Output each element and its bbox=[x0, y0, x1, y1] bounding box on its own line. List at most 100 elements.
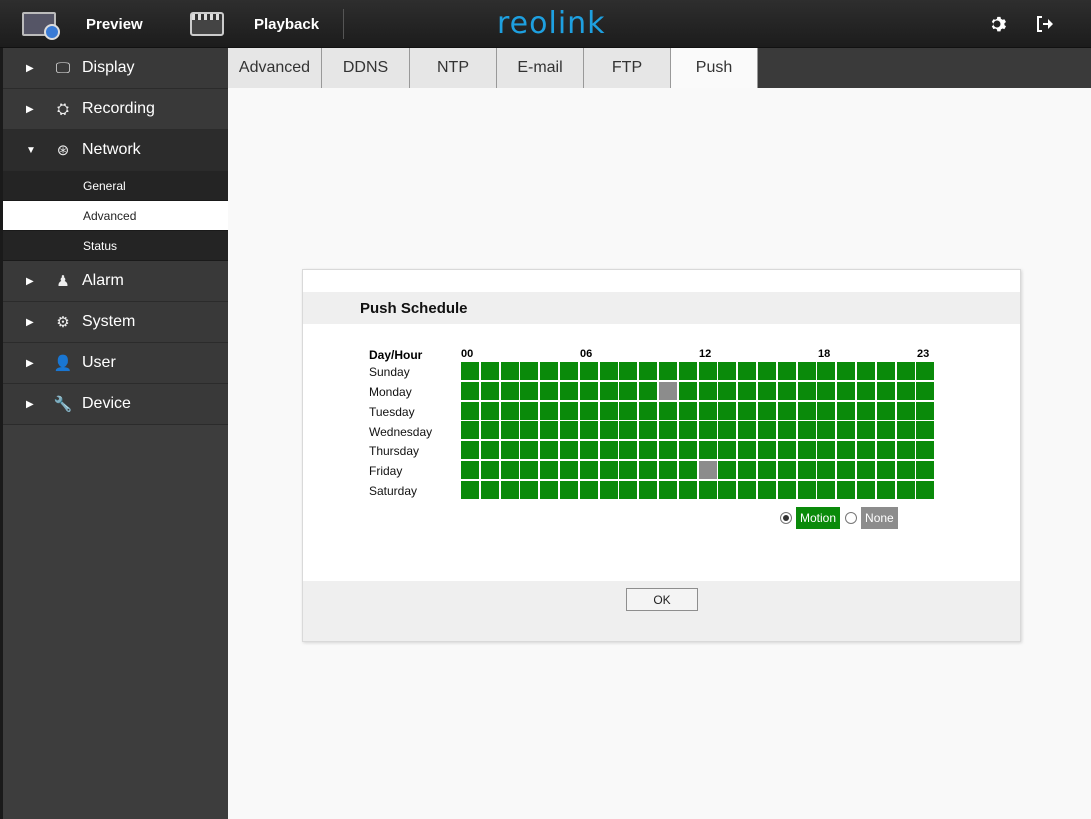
schedule-cell[interactable] bbox=[619, 401, 638, 420]
schedule-cell[interactable] bbox=[520, 421, 539, 440]
schedule-cell[interactable] bbox=[857, 421, 875, 440]
schedule-cell[interactable] bbox=[619, 441, 638, 460]
schedule-cell[interactable] bbox=[837, 480, 856, 499]
motion-radio[interactable] bbox=[780, 512, 792, 524]
schedule-cell[interactable] bbox=[857, 480, 875, 499]
schedule-cell[interactable] bbox=[817, 381, 836, 400]
schedule-cell[interactable] bbox=[461, 421, 479, 440]
schedule-cell[interactable] bbox=[599, 480, 618, 499]
sidebar-subitem-advanced[interactable]: Advanced bbox=[3, 201, 228, 231]
schedule-cell[interactable] bbox=[876, 381, 895, 400]
schedule-cell[interactable] bbox=[540, 480, 559, 499]
schedule-cell[interactable] bbox=[659, 480, 677, 499]
sidebar-item-network[interactable]: ▼ ⊛ Network bbox=[3, 130, 228, 171]
schedule-cell[interactable] bbox=[817, 421, 836, 440]
schedule-cell[interactable] bbox=[480, 401, 499, 420]
schedule-cell[interactable] bbox=[777, 401, 796, 420]
playback-button[interactable]: Playback bbox=[190, 0, 319, 48]
schedule-cell[interactable] bbox=[837, 441, 856, 460]
schedule-cell[interactable] bbox=[797, 480, 816, 499]
sidebar-subitem-status[interactable]: Status bbox=[3, 231, 228, 261]
schedule-cell[interactable] bbox=[817, 441, 836, 460]
schedule-cell[interactable] bbox=[560, 381, 578, 400]
ok-button[interactable]: OK bbox=[626, 588, 698, 611]
schedule-cell[interactable] bbox=[916, 401, 935, 420]
schedule-cell[interactable] bbox=[540, 381, 559, 400]
schedule-cell[interactable] bbox=[777, 480, 796, 499]
schedule-cell[interactable] bbox=[560, 401, 578, 420]
schedule-cell[interactable] bbox=[876, 421, 895, 440]
schedule-cell[interactable] bbox=[579, 441, 598, 460]
schedule-cell[interactable] bbox=[480, 362, 499, 380]
schedule-cell[interactable] bbox=[520, 401, 539, 420]
schedule-cell[interactable] bbox=[480, 461, 499, 479]
preview-button[interactable]: Preview bbox=[22, 0, 143, 48]
schedule-cell[interactable] bbox=[738, 362, 757, 380]
schedule-cell[interactable] bbox=[876, 480, 895, 499]
schedule-cell[interactable] bbox=[876, 441, 895, 460]
schedule-cell[interactable] bbox=[876, 362, 895, 380]
sidebar-item-user[interactable]: ▶ 👤 User bbox=[3, 343, 228, 384]
schedule-cell[interactable] bbox=[619, 362, 638, 380]
schedule-cell[interactable] bbox=[916, 480, 935, 499]
schedule-cell[interactable] bbox=[698, 381, 717, 400]
schedule-cell[interactable] bbox=[876, 401, 895, 420]
schedule-cell[interactable] bbox=[698, 461, 717, 479]
tab-advanced[interactable]: Advanced bbox=[228, 48, 322, 88]
schedule-cell[interactable] bbox=[540, 441, 559, 460]
schedule-cell[interactable] bbox=[698, 441, 717, 460]
schedule-cell[interactable] bbox=[461, 441, 479, 460]
schedule-cell[interactable] bbox=[837, 381, 856, 400]
schedule-cell[interactable] bbox=[579, 362, 598, 380]
schedule-cell[interactable] bbox=[698, 480, 717, 499]
schedule-cell[interactable] bbox=[639, 461, 658, 479]
schedule-cell[interactable] bbox=[560, 480, 578, 499]
schedule-cell[interactable] bbox=[817, 362, 836, 380]
schedule-cell[interactable] bbox=[678, 421, 697, 440]
sidebar-subitem-general[interactable]: General bbox=[3, 171, 228, 201]
schedule-cell[interactable] bbox=[797, 401, 816, 420]
schedule-cell[interactable] bbox=[718, 381, 737, 400]
schedule-cell[interactable] bbox=[659, 401, 677, 420]
schedule-cell[interactable] bbox=[857, 381, 875, 400]
schedule-cell[interactable] bbox=[896, 461, 915, 479]
schedule-cell[interactable] bbox=[797, 441, 816, 460]
schedule-cell[interactable] bbox=[480, 421, 499, 440]
schedule-cell[interactable] bbox=[480, 441, 499, 460]
schedule-cell[interactable] bbox=[500, 480, 519, 499]
schedule-cell[interactable] bbox=[857, 401, 875, 420]
schedule-cell[interactable] bbox=[639, 401, 658, 420]
schedule-cell[interactable] bbox=[758, 421, 776, 440]
schedule-cell[interactable] bbox=[579, 381, 598, 400]
schedule-cell[interactable] bbox=[599, 362, 618, 380]
schedule-cell[interactable] bbox=[639, 381, 658, 400]
schedule-cell[interactable] bbox=[896, 362, 915, 380]
schedule-cell[interactable] bbox=[758, 362, 776, 380]
none-radio[interactable] bbox=[845, 512, 858, 524]
schedule-cell[interactable] bbox=[916, 421, 935, 440]
schedule-cell[interactable] bbox=[659, 441, 677, 460]
schedule-cell[interactable] bbox=[619, 480, 638, 499]
schedule-cell[interactable] bbox=[758, 480, 776, 499]
schedule-cell[interactable] bbox=[797, 381, 816, 400]
schedule-cell[interactable] bbox=[896, 381, 915, 400]
schedule-cell[interactable] bbox=[738, 381, 757, 400]
schedule-cell[interactable] bbox=[461, 381, 479, 400]
schedule-cell[interactable] bbox=[579, 401, 598, 420]
schedule-cell[interactable] bbox=[857, 461, 875, 479]
schedule-cell[interactable] bbox=[777, 362, 796, 380]
none-chip[interactable]: None bbox=[861, 507, 898, 529]
schedule-cell[interactable] bbox=[678, 381, 697, 400]
schedule-cell[interactable] bbox=[777, 441, 796, 460]
tab-push[interactable]: Push bbox=[671, 48, 758, 88]
schedule-cell[interactable] bbox=[817, 401, 836, 420]
schedule-cell[interactable] bbox=[698, 421, 717, 440]
schedule-cell[interactable] bbox=[758, 381, 776, 400]
tab-email[interactable]: E-mail bbox=[497, 48, 584, 88]
schedule-cell[interactable] bbox=[619, 461, 638, 479]
schedule-cell[interactable] bbox=[698, 362, 717, 380]
schedule-cell[interactable] bbox=[837, 461, 856, 479]
schedule-cell[interactable] bbox=[659, 381, 677, 400]
schedule-cell[interactable] bbox=[520, 461, 539, 479]
sidebar-item-system[interactable]: ▶ ⚙ System bbox=[3, 302, 228, 343]
